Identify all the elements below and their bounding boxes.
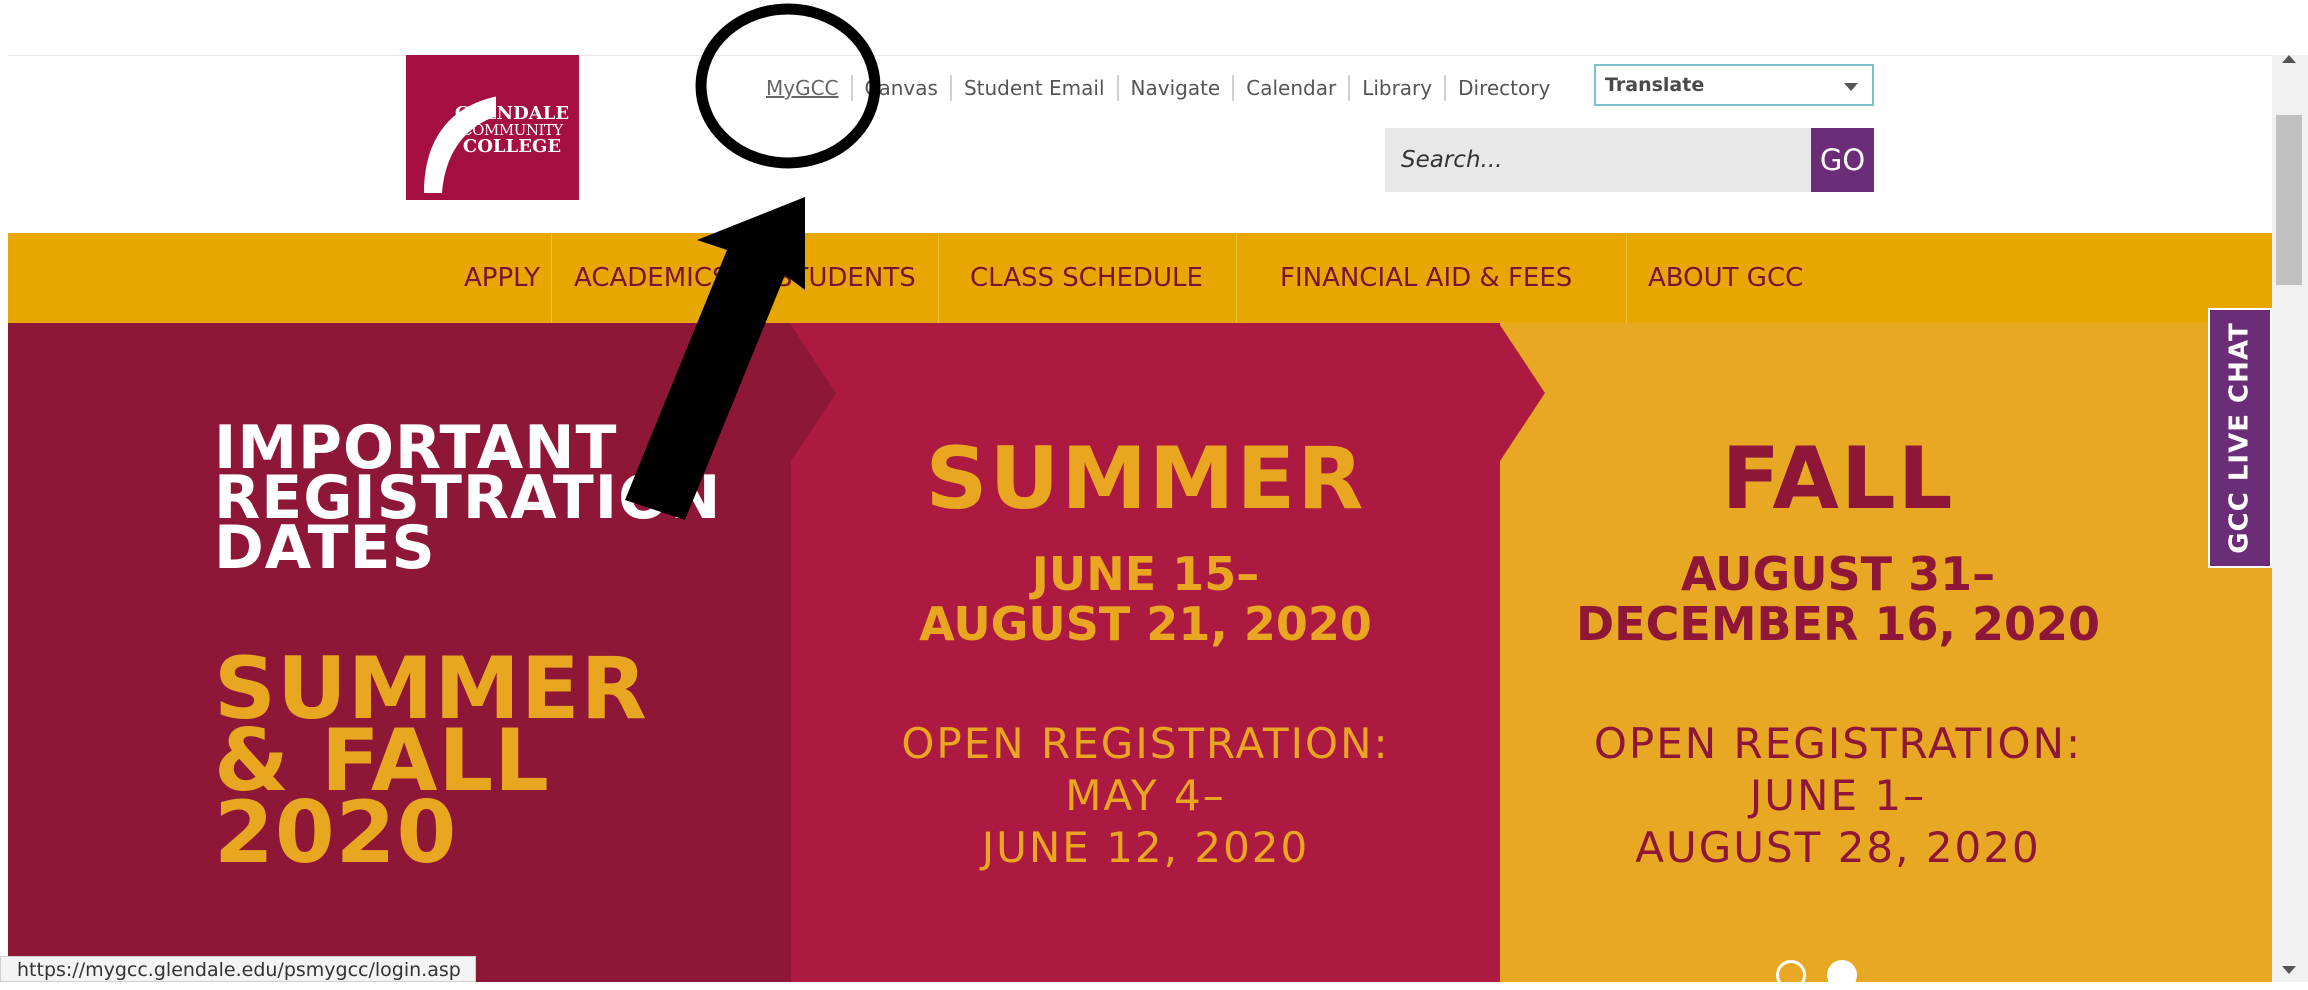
scrollbar-thumb[interactable] [2276, 115, 2302, 285]
nav-academics[interactable]: ACADEMICS [574, 233, 728, 323]
fall-date-line: DECEMBER 16, 2020 [1575, 597, 2100, 651]
hero-heading: IMPORTANT REGISTRATION DATES [214, 418, 721, 578]
hero-panel-intro: IMPORTANT REGISTRATION DATES SUMMER & FA… [8, 323, 791, 982]
panel-chevron-icon [1500, 325, 1545, 461]
util-link-navigate[interactable]: Navigate [1116, 75, 1233, 101]
utility-nav: MyGCC Canvas Student Email Navigate Cale… [756, 73, 1562, 103]
live-chat-tab[interactable]: GCC LIVE CHAT [2208, 308, 2272, 568]
carousel-dot-active[interactable] [1827, 960, 1857, 990]
main-nav: APPLY ACADEMICS STUDENTS CLASS SCHEDULE … [8, 233, 2272, 323]
scroll-down-icon[interactable] [2282, 966, 2296, 974]
logo-wordmark: GLENDALE COMMUNITY COLLEGE [448, 105, 576, 156]
scroll-up-icon[interactable] [2282, 55, 2296, 63]
chevron-down-icon [1844, 83, 1858, 91]
nav-divider [1236, 233, 1237, 323]
panel-chevron-icon [791, 325, 836, 461]
summer-date-line: AUGUST 21, 2020 [919, 597, 1372, 651]
util-link-library[interactable]: Library [1348, 75, 1444, 101]
summer-term-dates: JUNE 15– AUGUST 21, 2020 [791, 549, 1500, 649]
search-go-button[interactable]: GO [1811, 128, 1874, 192]
carousel-dot[interactable] [1776, 960, 1806, 990]
summer-open-registration: OPEN REGISTRATION: MAY 4– JUNE 12, 2020 [791, 718, 1500, 874]
fall-open-line: AUGUST 28, 2020 [1635, 823, 2041, 872]
live-chat-label: GCC LIVE CHAT [2225, 322, 2256, 554]
fall-open-line: OPEN REGISTRATION: [1593, 719, 2083, 768]
util-link-canvas[interactable]: Canvas [850, 75, 950, 101]
nav-apply[interactable]: APPLY [464, 233, 540, 323]
search-field [1385, 128, 1811, 192]
nav-class-schedule[interactable]: CLASS SCHEDULE [970, 233, 1203, 323]
hero-subheading: SUMMER & FALL 2020 [214, 646, 648, 883]
fall-title: FALL [1721, 429, 1955, 529]
search-input[interactable] [1401, 147, 1801, 173]
hero-subheading-line: 2020 [214, 783, 458, 883]
util-link-directory[interactable]: Directory [1444, 75, 1562, 101]
fall-term-dates: AUGUST 31– DECEMBER 16, 2020 [1500, 549, 2176, 649]
status-bar-url: https://mygcc.glendale.edu/psmygcc/login… [0, 956, 476, 982]
summer-open-line: OPEN REGISTRATION: [901, 719, 1390, 768]
browser-viewport: GLENDALE COMMUNITY COLLEGE MyGCC Canvas … [0, 0, 2308, 990]
nav-students[interactable]: STUDENTS [776, 233, 916, 323]
hero-panel-summer: SUMMER JUNE 15– AUGUST 21, 2020 OPEN REG… [791, 323, 1500, 982]
logo-line-3: COLLEGE [462, 136, 562, 157]
fall-date-line: AUGUST 31– [1680, 547, 1996, 601]
header-divider [8, 55, 2272, 56]
util-link-calendar[interactable]: Calendar [1232, 75, 1348, 101]
nav-divider [1626, 233, 1627, 323]
fall-open-line: JUNE 1– [1749, 771, 1927, 820]
util-link-student-email[interactable]: Student Email [949, 75, 1117, 101]
util-link-mygcc[interactable]: MyGCC [756, 75, 851, 101]
gcc-logo[interactable]: GLENDALE COMMUNITY COLLEGE [406, 55, 579, 200]
summer-open-line: MAY 4– [1065, 771, 1226, 820]
summer-date-line: JUNE 15– [1031, 547, 1260, 601]
hero-banner[interactable]: IMPORTANT REGISTRATION DATES SUMMER & FA… [8, 323, 2272, 982]
fall-open-registration: OPEN REGISTRATION: JUNE 1– AUGUST 28, 20… [1500, 718, 2176, 874]
hero-panel-fall: FALL AUGUST 31– DECEMBER 16, 2020 OPEN R… [1500, 323, 2272, 982]
summer-open-line: JUNE 12, 2020 [981, 823, 1310, 872]
nav-divider [551, 233, 552, 323]
nav-financial-aid[interactable]: FINANCIAL AID & FEES [1280, 233, 1572, 323]
summer-title: SUMMER [925, 429, 1366, 529]
translate-select[interactable]: Translate [1594, 64, 1874, 106]
nav-about-gcc[interactable]: ABOUT GCC [1648, 233, 1803, 323]
translate-label: Translate [1605, 74, 1705, 96]
nav-divider [938, 233, 939, 323]
